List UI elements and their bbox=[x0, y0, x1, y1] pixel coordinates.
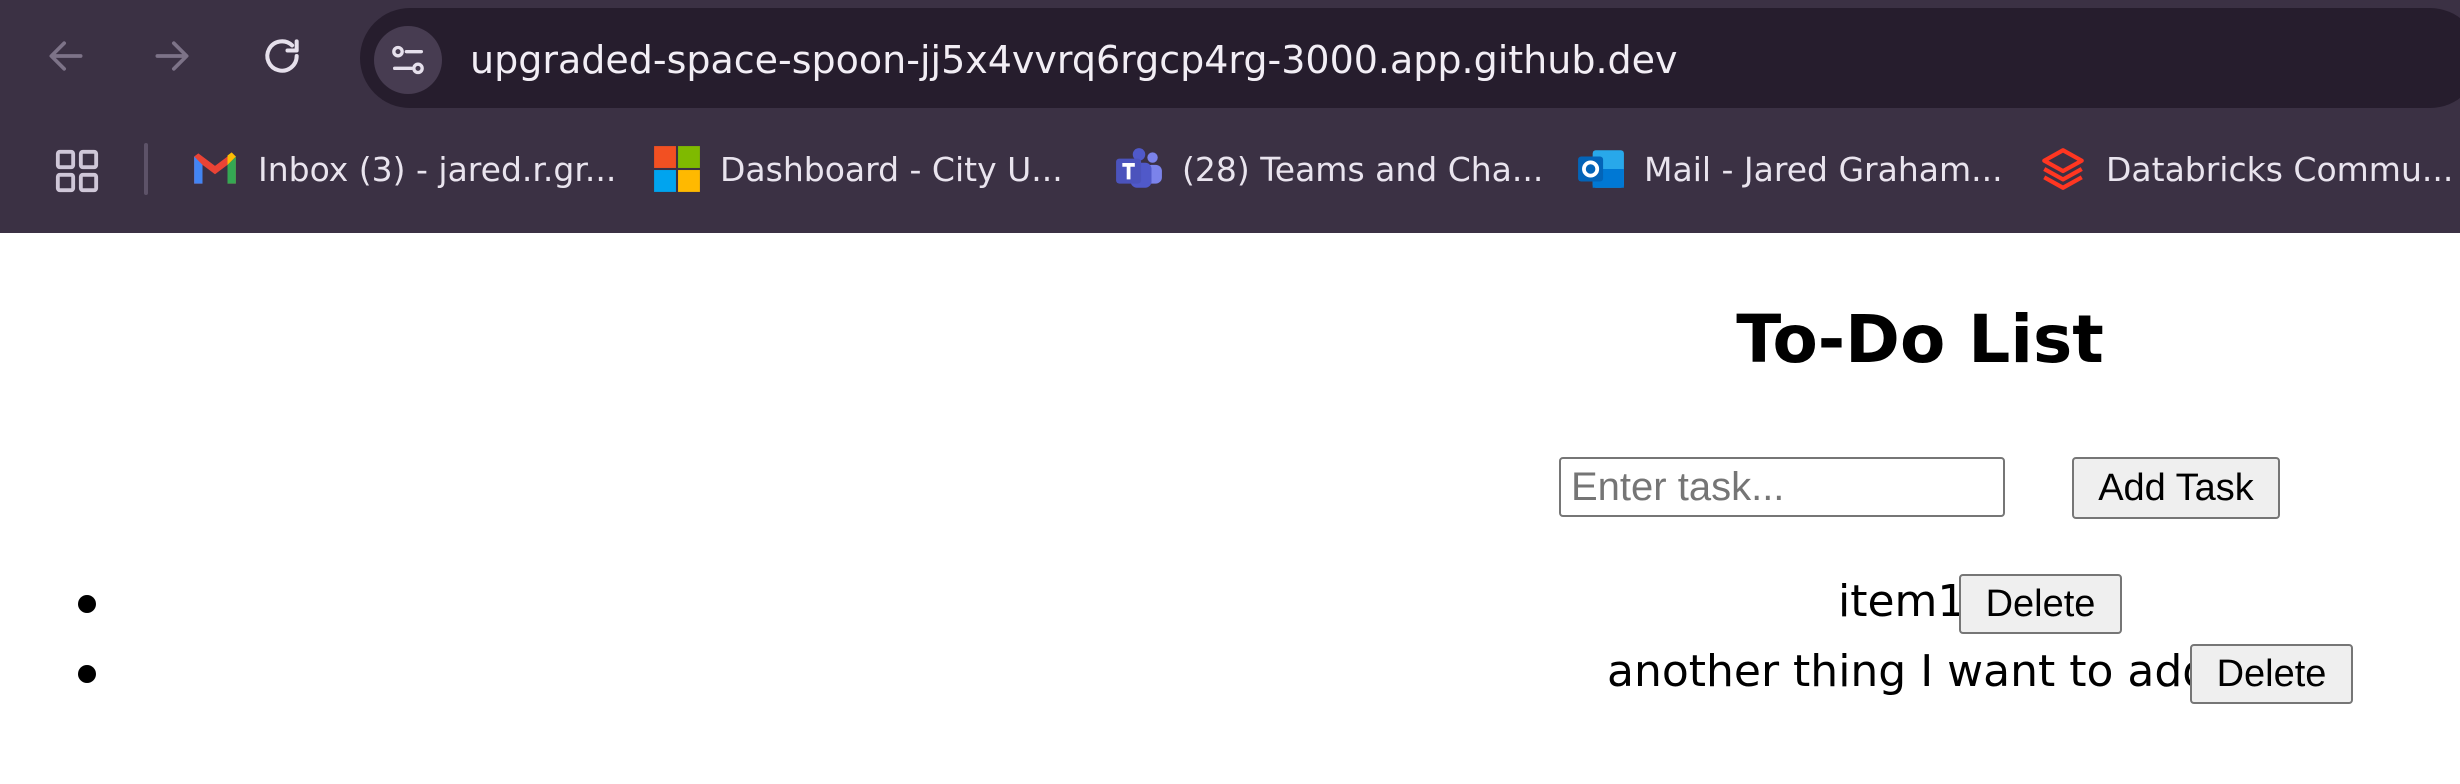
databricks-icon bbox=[2038, 144, 2088, 194]
reload-button[interactable] bbox=[250, 24, 314, 88]
apps-grid-icon[interactable] bbox=[54, 148, 100, 194]
bookmark-label: Inbox (3) - jared.r.gr... bbox=[258, 149, 617, 189]
bookmark-label: Mail - Jared Graham... bbox=[1644, 149, 2003, 189]
microsoft-icon bbox=[652, 144, 702, 194]
site-info-button[interactable] bbox=[374, 26, 442, 94]
forward-arrow-icon bbox=[155, 41, 189, 71]
tune-icon bbox=[392, 45, 424, 75]
bookmark-label: Databricks Commu... bbox=[2106, 149, 2454, 189]
delete-button[interactable]: Delete bbox=[2190, 644, 2353, 704]
outlook-icon bbox=[1576, 144, 1626, 194]
gmail-icon bbox=[190, 144, 240, 194]
bookmark-label: Dashboard - City U... bbox=[720, 149, 1063, 189]
add-task-button[interactable]: Add Task bbox=[2072, 457, 2280, 519]
bookmark-gmail[interactable]: Inbox (3) - jared.r.gr... bbox=[190, 133, 616, 205]
task-text: another thing I want to add bbox=[1607, 646, 2211, 697]
bullet bbox=[78, 595, 96, 613]
delete-button[interactable]: Delete bbox=[1959, 574, 2122, 634]
page-title: To-Do List bbox=[1736, 301, 2104, 378]
bookmarks-bar: Inbox (3) - jared.r.gr... Dashboard - Ci… bbox=[0, 115, 2460, 233]
bookmark-dashboard[interactable]: Dashboard - City U... bbox=[652, 133, 1063, 205]
reload-icon bbox=[265, 39, 299, 73]
bookmark-label: (28) Teams and Cha... bbox=[1182, 149, 1544, 189]
list-item: another thing I want to add Delete bbox=[0, 640, 2460, 710]
back-arrow-icon bbox=[49, 41, 83, 71]
teams-icon bbox=[1114, 144, 1164, 194]
bookmarks-divider bbox=[144, 143, 148, 195]
browser-toolbar: upgraded-space-spoon-jj5x4vvrq6rgcp4rg-3… bbox=[0, 0, 2460, 115]
back-button[interactable] bbox=[34, 24, 98, 88]
forward-button[interactable] bbox=[140, 24, 204, 88]
bookmark-teams[interactable]: (28) Teams and Cha... bbox=[1114, 133, 1543, 205]
url-text[interactable]: upgraded-space-spoon-jj5x4vvrq6rgcp4rg-3… bbox=[470, 30, 1678, 90]
bullet bbox=[78, 665, 96, 683]
bookmark-mail[interactable]: Mail - Jared Graham... bbox=[1576, 133, 2003, 205]
list-item: item1 Delete bbox=[0, 570, 2460, 640]
task-text: item1 bbox=[1838, 576, 1966, 627]
task-input[interactable] bbox=[1559, 457, 2005, 517]
bookmark-databricks[interactable]: Databricks Commu... bbox=[2038, 133, 2453, 205]
